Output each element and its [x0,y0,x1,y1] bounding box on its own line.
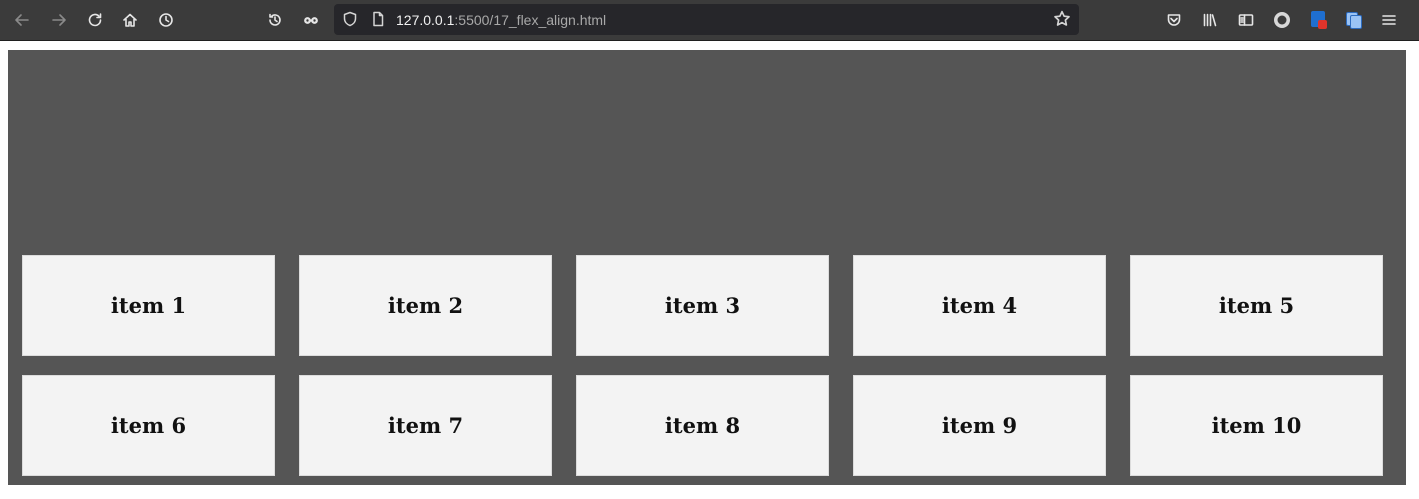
flex-item-10: item 10 [1130,375,1383,476]
flex-item-6: item 6 [22,375,275,476]
url-text[interactable]: 127.0.0.1:5500/17_flex_align.html [396,12,606,28]
mask-icon [304,17,318,24]
menu-button[interactable] [1377,8,1401,32]
restore-session-button[interactable] [263,8,287,32]
flex-item-8: item 8 [576,375,829,476]
flex-item-7: item 7 [299,375,552,476]
private-browsing-button[interactable] [299,8,323,32]
browser-toolbar: 127.0.0.1:5500/17_flex_align.html [0,0,1419,41]
history-icon [269,13,281,26]
extension-icon[interactable] [1311,11,1327,29]
pocket-icon [1167,14,1181,26]
flex-item-2: item 2 [299,255,552,356]
address-bar[interactable]: 127.0.0.1:5500/17_flex_align.html [334,4,1079,35]
flex-item-4: item 4 [853,255,1106,356]
flex-container: item 1 item 2 item 3 item 4 item 5 item … [22,255,1392,476]
reload-icon [88,13,102,27]
flex-item-3: item 3 [576,255,829,356]
account-icon[interactable] [1274,12,1290,28]
arrow-left-icon [15,14,29,26]
forward-button[interactable] [47,8,71,32]
library-icon [1203,13,1217,27]
pocket-button[interactable] [1162,8,1186,32]
home-button[interactable] [118,8,142,32]
sidebar-icon [1238,14,1254,26]
flex-item-5: item 5 [1130,255,1383,356]
page-viewport: item 1 item 2 item 3 item 4 item 5 item … [8,50,1406,485]
back-button[interactable] [10,8,34,32]
extension-icon-2[interactable] [1345,11,1362,29]
hamburger-menu-icon [1382,15,1396,25]
url-path: :5500/17_flex_align.html [454,12,607,28]
history-button[interactable] [154,8,178,32]
arrow-right-icon [52,14,66,26]
page-icon[interactable] [370,11,386,32]
sidebar-button[interactable] [1234,8,1258,32]
library-button[interactable] [1198,8,1222,32]
home-icon [123,13,137,27]
shield-icon[interactable] [342,11,358,32]
url-host: 127.0.0.1 [396,12,455,28]
reload-button[interactable] [83,8,107,32]
star-icon[interactable] [1053,10,1071,33]
flex-item-9: item 9 [853,375,1106,476]
clock-icon [159,13,173,27]
flex-item-1: item 1 [22,255,275,356]
